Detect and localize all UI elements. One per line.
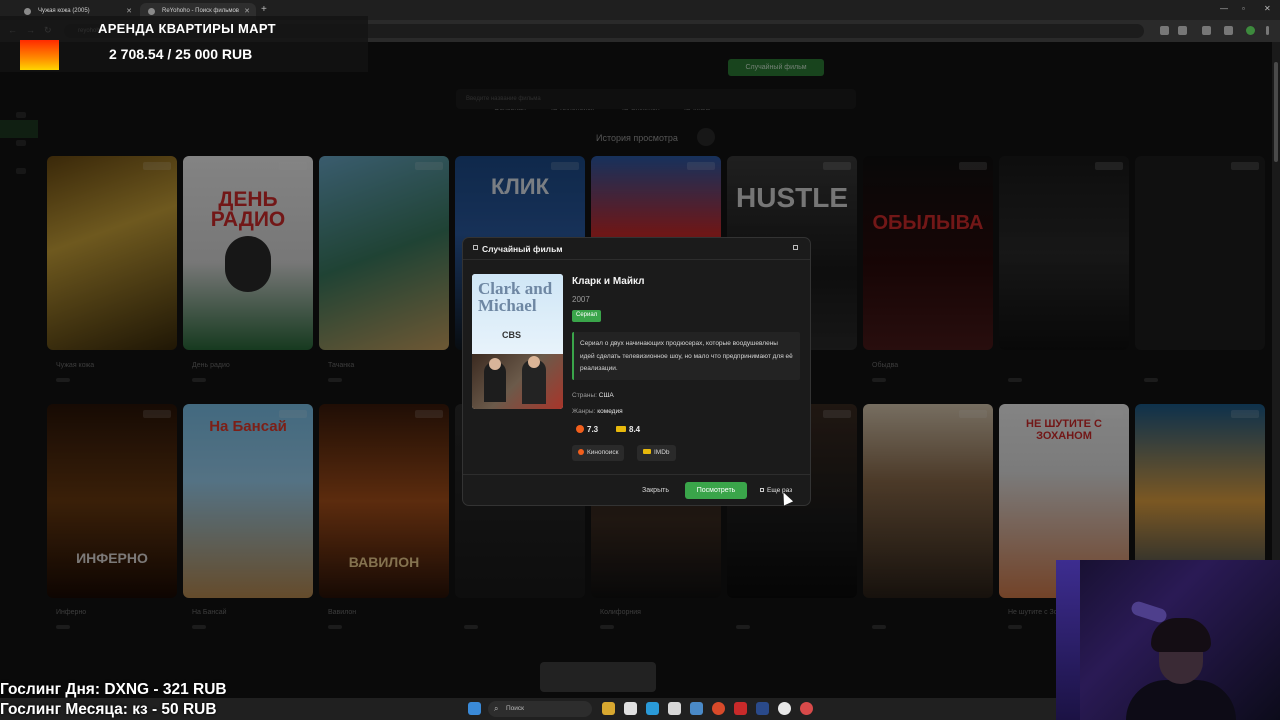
start-icon[interactable] — [468, 702, 481, 715]
minimize-icon[interactable]: — — [1220, 4, 1228, 13]
screen: Чужая кожа (2005) ✕ ReYohoho - Поиск фил… — [0, 0, 1280, 720]
cover-face — [528, 356, 540, 368]
film-title: Кларк и Майкл — [572, 276, 645, 287]
rating-imdb: 8.4 — [616, 425, 640, 434]
gosling-overlay: Гослинг Дня: DXNG - 321 RUB Гослинг Меся… — [0, 680, 227, 720]
watch-button[interactable]: Посмотреть — [685, 482, 747, 499]
webcam-person-body — [1126, 680, 1236, 720]
scrollbar-thumb[interactable] — [1274, 62, 1278, 162]
kinopoisk-link-label: Кинопоиск — [587, 449, 619, 456]
yandex-icon[interactable] — [778, 702, 791, 715]
modal-header: Случайный фильм — [463, 238, 810, 260]
webcam-person-hand — [1129, 599, 1169, 625]
kinopoisk-icon — [578, 449, 584, 455]
rating-kinopoisk: 7.3 — [576, 425, 598, 434]
app-icon[interactable] — [734, 702, 747, 715]
webcam-person-hair — [1151, 618, 1211, 652]
modal-title: Случайный фильм — [482, 244, 563, 254]
modal-divider — [463, 474, 810, 475]
explorer-icon[interactable] — [602, 702, 615, 715]
cover-face — [489, 358, 501, 370]
film-type-badge: Сериал — [572, 310, 602, 322]
random-film-modal: Случайный фильм Clark and Michael CBS Кл… — [462, 237, 811, 506]
refresh-icon — [760, 488, 764, 492]
webcam-feed — [1056, 560, 1280, 720]
tab-close-icon[interactable]: ✕ — [126, 7, 132, 15]
tab-favicon-icon — [24, 8, 31, 15]
cover-title-art: Clark and Michael — [478, 279, 553, 315]
tab-title: ReYohoho - Поиск фильмов — [162, 8, 239, 14]
taskbar-search[interactable]: ⌕ Поиск — [488, 701, 592, 717]
app-icon[interactable] — [668, 702, 681, 715]
taskbar-search-label: Поиск — [506, 705, 525, 712]
film-description: Сериал о двух начинающих продюсерах, кот… — [572, 332, 800, 380]
kinopoisk-link[interactable]: Кинопоиск — [572, 445, 625, 461]
close-icon[interactable] — [793, 245, 798, 250]
dice-icon — [473, 245, 478, 250]
edge-icon[interactable] — [646, 702, 659, 715]
chrome-icon[interactable] — [712, 702, 725, 715]
gosling-month: Гослинг Месяца: кз - 50 RUB — [0, 701, 217, 718]
extension-icon[interactable] — [1160, 26, 1169, 35]
countries-label: Страны: — [572, 392, 597, 399]
maximize-icon[interactable]: ▫ — [1242, 4, 1245, 13]
kinopoisk-icon — [576, 425, 584, 433]
extensions-puzzle-icon[interactable] — [1202, 26, 1211, 35]
gosling-day: Гослинг Дня: DXNG - 321 RUB — [0, 681, 227, 698]
profile-avatar[interactable] — [1246, 26, 1255, 35]
downloads-icon[interactable] — [1224, 26, 1233, 35]
film-genres: Жанры: комедия — [572, 408, 623, 415]
search-icon: ⌕ — [494, 704, 499, 713]
genres-value: комедия — [597, 408, 623, 415]
donation-goal-overlay: АРЕНДА КВАРТИРЫ МАРТ 2 708.54 / 25 000 R… — [0, 16, 368, 72]
webcam-light — [1056, 560, 1080, 720]
genres-label: Жанры: — [572, 408, 596, 415]
imdb-link-label: IMDb — [654, 449, 670, 456]
menu-kebab-icon[interactable] — [1266, 26, 1269, 35]
goal-logo — [20, 40, 59, 70]
new-tab-icon[interactable]: + — [261, 4, 267, 15]
imdb-link[interactable]: IMDb — [637, 445, 676, 461]
close-window-icon[interactable]: ✕ — [1264, 4, 1271, 13]
imdb-icon — [643, 449, 651, 454]
film-year: 2007 — [572, 295, 590, 304]
app-icon[interactable] — [690, 702, 703, 715]
tab-title: Чужая кожа (2005) — [38, 8, 90, 14]
film-cover[interactable]: Clark and Michael CBS — [472, 274, 563, 409]
film-countries: Страны: США — [572, 392, 614, 399]
rating-imdb-value: 8.4 — [629, 425, 641, 434]
bookmark-star-icon[interactable] — [1178, 26, 1187, 35]
goal-title: АРЕНДА КВАРТИРЫ МАРТ — [98, 21, 276, 36]
tab-close-icon[interactable]: ✕ — [244, 7, 250, 15]
rating-kp-value: 7.3 — [587, 425, 599, 434]
app-icon[interactable] — [800, 702, 813, 715]
countries-value: США — [598, 392, 614, 399]
goal-progress: 2 708.54 / 25 000 RUB — [109, 46, 253, 62]
cover-network-logo: CBS — [502, 330, 522, 340]
close-button[interactable]: Закрыть — [642, 487, 669, 494]
steam-icon[interactable] — [756, 702, 769, 715]
tab-favicon-icon — [148, 8, 155, 15]
imdb-icon — [616, 426, 626, 432]
app-icon[interactable] — [624, 702, 637, 715]
taskbar-preview — [540, 662, 656, 692]
